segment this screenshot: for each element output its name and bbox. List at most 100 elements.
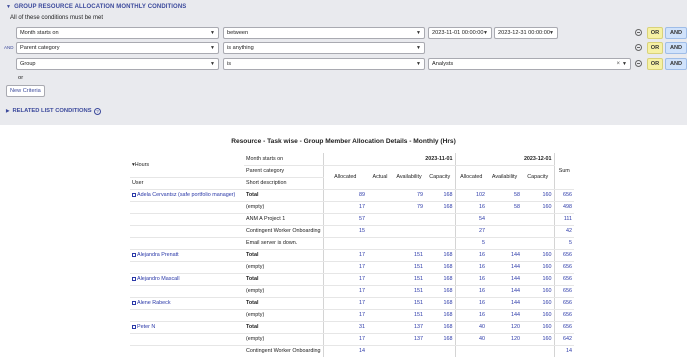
cell-value[interactable]: 31 [322,321,368,334]
cell-value[interactable]: 57 [322,213,368,226]
cell-value[interactable] [487,225,523,238]
sum-value[interactable]: 656 [553,297,575,310]
cell-value[interactable]: 168 [425,261,456,274]
conditions-panel-header[interactable]: ▼ GROUP RESOURCE ALLOCATION MONTHLY CONDI… [6,4,186,10]
or-button[interactable]: OR [647,58,663,70]
cell-value[interactable]: 151 [393,297,426,310]
cell-value[interactable] [367,201,394,214]
cell-value[interactable]: 16 [454,273,488,286]
cell-value[interactable] [425,225,456,238]
cell-value[interactable] [367,345,394,357]
cell-value[interactable] [454,345,488,357]
sum-value[interactable]: 656 [553,309,575,322]
cell-value[interactable]: 151 [393,249,426,262]
cell-value[interactable]: 168 [425,201,456,214]
sum-value[interactable]: 656 [553,261,575,274]
sum-value[interactable]: 642 [553,333,575,346]
cell-value[interactable]: 14 [322,345,368,357]
cell-value[interactable]: 17 [322,273,368,286]
date-start-select[interactable]: 2023-11-01 00:00:00 ▼ [428,27,492,39]
cell-value[interactable]: 151 [393,309,426,322]
cell-value[interactable]: 160 [522,309,555,322]
cell-value[interactable]: 58 [487,201,523,214]
collapse-triangle-icon[interactable]: ▼ [6,4,11,10]
sum-value[interactable]: 5 [553,237,575,250]
cell-value[interactable]: 17 [322,297,368,310]
hours-toggle[interactable]: ▾Hours [130,153,244,178]
cell-value[interactable]: 168 [425,189,456,202]
cell-value[interactable]: 144 [487,273,523,286]
cell-value[interactable]: 151 [393,261,426,274]
cell-value[interactable]: 54 [454,213,488,226]
checkbox-icon[interactable] [132,252,136,257]
cell-value[interactable]: 79 [393,201,426,214]
condition-field-select[interactable]: Parent category ▼ [16,42,219,54]
cell-value[interactable] [393,213,426,226]
condition-operator-select[interactable]: between ▼ [223,27,425,39]
cell-value[interactable]: 160 [522,201,555,214]
sum-value[interactable]: 656 [553,189,575,202]
sum-value[interactable]: 656 [553,285,575,298]
cell-value[interactable]: 58 [487,189,523,202]
cell-value[interactable]: 40 [454,333,488,346]
sum-value[interactable]: 111 [553,213,575,226]
cell-value[interactable]: 120 [487,321,523,334]
cell-value[interactable] [367,189,394,202]
cell-value[interactable] [487,237,523,250]
cell-value[interactable]: 16 [454,285,488,298]
user-link[interactable]: Alene Rabeck [137,300,171,306]
date-end-select[interactable]: 2023-12-31 00:00:00 ▼ [494,27,558,39]
cell-value[interactable] [367,309,394,322]
cell-value[interactable]: 27 [454,225,488,238]
group-value-select[interactable]: Analysts × ▼ [428,58,631,70]
cell-value[interactable]: 137 [393,333,426,346]
or-button[interactable]: OR [647,27,663,39]
cell-value[interactable]: 17 [322,285,368,298]
cell-value[interactable] [522,345,555,357]
cell-value[interactable]: 168 [425,297,456,310]
remove-condition-icon[interactable] [635,60,642,67]
cell-value[interactable]: 144 [487,309,523,322]
cell-value[interactable] [367,333,394,346]
remove-condition-icon[interactable] [635,44,642,51]
cell-value[interactable] [393,225,426,238]
checkbox-icon[interactable] [132,300,136,305]
cell-value[interactable] [425,237,456,250]
cell-value[interactable] [367,273,394,286]
cell-value[interactable]: 160 [522,273,555,286]
and-button[interactable]: AND [665,42,687,54]
remove-condition-icon[interactable] [635,29,642,36]
cell-value[interactable] [425,213,456,226]
cell-value[interactable]: 168 [425,333,456,346]
cell-value[interactable]: 160 [522,321,555,334]
cell-value[interactable] [425,345,456,357]
cell-value[interactable]: 160 [522,189,555,202]
cell-value[interactable]: 168 [425,309,456,322]
sum-value[interactable]: 656 [553,273,575,286]
cell-value[interactable]: 168 [425,285,456,298]
condition-operator-select[interactable]: is anything ▼ [223,42,425,54]
cell-value[interactable]: 151 [393,273,426,286]
new-criteria-button[interactable]: New Criteria [6,85,45,97]
cell-value[interactable] [367,285,394,298]
sum-value[interactable]: 498 [553,201,575,214]
sum-value[interactable]: 14 [553,345,575,357]
cell-value[interactable]: 17 [322,201,368,214]
cell-value[interactable]: 16 [454,297,488,310]
cell-value[interactable]: 102 [454,189,488,202]
cell-value[interactable] [487,345,523,357]
help-icon[interactable]: ? [94,108,101,115]
user-link[interactable]: Alejandro Mascall [137,276,180,282]
cell-value[interactable]: 120 [487,333,523,346]
user-link[interactable]: Adela Cervantsz (safe portfolio manager) [137,192,235,198]
cell-value[interactable]: 144 [487,285,523,298]
checkbox-icon[interactable] [132,276,136,281]
cell-value[interactable] [393,345,426,357]
cell-value[interactable] [367,249,394,262]
cell-value[interactable]: 16 [454,201,488,214]
and-button[interactable]: AND [665,27,687,39]
cell-value[interactable]: 144 [487,297,523,310]
condition-field-select[interactable]: Month starts on ▼ [16,27,219,39]
cell-value[interactable]: 168 [425,249,456,262]
cell-value[interactable]: 17 [322,261,368,274]
